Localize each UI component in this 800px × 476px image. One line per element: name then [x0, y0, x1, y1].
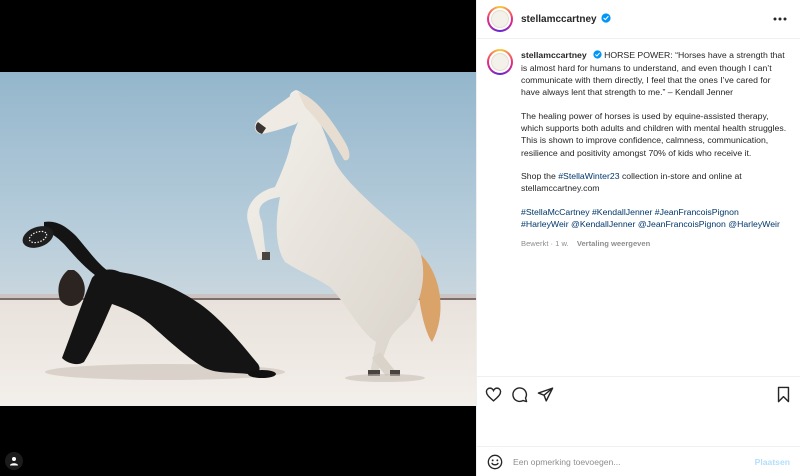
heart-icon[interactable] [485, 386, 502, 403]
caption-username[interactable]: stellamccartney [521, 50, 587, 60]
post-media [0, 0, 476, 476]
caption-verified-badge-icon [593, 49, 602, 62]
paper-plane-icon[interactable] [537, 386, 554, 403]
instagram-post-view: stellamccartney stellamccartney HORSE PO… [0, 0, 800, 476]
post-header: stellamccartney [477, 0, 800, 39]
post-photo[interactable] [0, 72, 476, 406]
more-options-icon[interactable] [770, 17, 790, 21]
verified-badge-icon [601, 10, 611, 28]
caption-body: stellamccartney HORSE POWER: “Horses hav… [521, 49, 788, 376]
smiley-icon[interactable] [487, 454, 503, 470]
comment-icon[interactable] [511, 386, 528, 403]
caption-meta: Bewerkt · 1 w. Vertaling weergeven [521, 238, 788, 250]
caption-paragraph-2: The healing power of horses is used by e… [521, 110, 787, 158]
edited-time: Bewerkt · 1 w. [521, 239, 569, 249]
caption-avatar[interactable] [487, 49, 513, 75]
hashtag-link[interactable]: #StellaWinter23 [558, 171, 619, 181]
post-comment-button[interactable]: Plaatsen [755, 457, 790, 467]
comment-bar: Een opmerking toevoegen... Plaatsen [477, 446, 800, 476]
bookmark-icon[interactable] [775, 386, 792, 403]
post-details-panel: stellamccartney stellamccartney HORSE PO… [476, 0, 800, 476]
user-tag-icon[interactable] [5, 452, 23, 470]
post-actions [477, 376, 800, 412]
comment-input[interactable]: Een opmerking toevoegen... [513, 457, 755, 467]
translate-link[interactable]: Vertaling weergeven [577, 239, 650, 248]
likes-area [477, 412, 800, 446]
caption-paragraph-3: Shop the #StellaWinter23 collection in-s… [521, 170, 788, 195]
caption-p3-pre: Shop the [521, 170, 559, 181]
avatar[interactable] [487, 6, 513, 32]
hashtags-mentions[interactable]: #StellaMcCartney #KendallJenner #JeanFra… [521, 206, 788, 231]
header-username[interactable]: stellamccartney [521, 14, 597, 25]
caption-area: stellamccartney HORSE POWER: “Horses hav… [477, 39, 800, 376]
